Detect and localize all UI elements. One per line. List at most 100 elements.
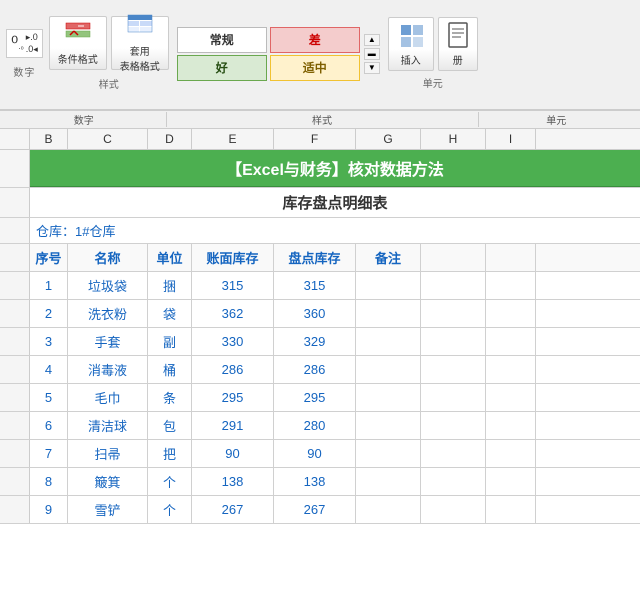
cell-i-4[interactable]	[486, 384, 536, 411]
cell-book-7[interactable]: 138	[192, 468, 274, 495]
page-button[interactable]: 册	[438, 17, 478, 71]
cell-unit-1[interactable]: 袋	[148, 300, 192, 327]
header-unit: 单位	[148, 244, 192, 271]
cell-h-2[interactable]	[421, 328, 486, 355]
conditional-format-button[interactable]: 条件格式	[49, 16, 107, 70]
cell-actual-4[interactable]: 295	[274, 384, 356, 411]
cell-actual-2[interactable]: 329	[274, 328, 356, 355]
row-num-10	[0, 412, 30, 439]
ribbon-scroll-buttons: ▲ ▬ ▼	[364, 34, 380, 74]
cell-actual-7[interactable]: 138	[274, 468, 356, 495]
cell-seq-3[interactable]: 4	[30, 356, 68, 383]
cell-name-0[interactable]: 垃圾袋	[68, 272, 148, 299]
cell-book-6[interactable]: 90	[192, 440, 274, 467]
cell-seq-4[interactable]: 5	[30, 384, 68, 411]
cell-seq-7[interactable]: 8	[30, 468, 68, 495]
cell-name-6[interactable]: 扫帚	[68, 440, 148, 467]
cell-h-5[interactable]	[421, 412, 486, 439]
cell-unit-3[interactable]: 桶	[148, 356, 192, 383]
apply-table-button[interactable]: 套用表格格式	[111, 16, 169, 70]
cell-actual-3[interactable]: 286	[274, 356, 356, 383]
scroll-up-button[interactable]: ▲	[364, 34, 380, 46]
style-normal-cell[interactable]: 常规	[177, 27, 267, 53]
cell-h-3[interactable]	[421, 356, 486, 383]
cell-seq-2[interactable]: 3	[30, 328, 68, 355]
cell-name-3[interactable]: 消毒液	[68, 356, 148, 383]
insert-button[interactable]: 插入	[388, 17, 434, 71]
cell-remark-4[interactable]	[356, 384, 421, 411]
cell-book-1[interactable]: 362	[192, 300, 274, 327]
cell-unit-4[interactable]: 条	[148, 384, 192, 411]
cell-name-7[interactable]: 簸箕	[68, 468, 148, 495]
cell-i-6[interactable]	[486, 440, 536, 467]
cell-remark-5[interactable]	[356, 412, 421, 439]
row-num-12	[0, 468, 30, 495]
cell-remark-6[interactable]	[356, 440, 421, 467]
cell-book-0[interactable]: 315	[192, 272, 274, 299]
cell-remark-7[interactable]	[356, 468, 421, 495]
cell-book-8[interactable]: 267	[192, 496, 274, 523]
cell-seq-1[interactable]: 2	[30, 300, 68, 327]
cell-remark-1[interactable]	[356, 300, 421, 327]
cell-h-0[interactable]	[421, 272, 486, 299]
cell-seq-8[interactable]: 9	[30, 496, 68, 523]
cell-actual-1[interactable]: 360	[274, 300, 356, 327]
cell-i-2[interactable]	[486, 328, 536, 355]
cell-actual-5[interactable]: 280	[274, 412, 356, 439]
cell-unit-8[interactable]: 个	[148, 496, 192, 523]
cell-remark-2[interactable]	[356, 328, 421, 355]
cell-actual-8[interactable]: 267	[274, 496, 356, 523]
decrease-decimal-icon[interactable]: .0◂	[26, 44, 38, 55]
cell-unit-7[interactable]: 个	[148, 468, 192, 495]
cell-i-5[interactable]	[486, 412, 536, 439]
cell-h-6[interactable]	[421, 440, 486, 467]
cell-unit-6[interactable]: 把	[148, 440, 192, 467]
increase-decimal-icon[interactable]: ▸.0	[26, 32, 38, 43]
cell-h-4[interactable]	[421, 384, 486, 411]
cell-name-5[interactable]: 清洁球	[68, 412, 148, 439]
row-num-6	[0, 300, 30, 327]
cell-h-1[interactable]	[421, 300, 486, 327]
cell-book-4[interactable]: 295	[192, 384, 274, 411]
style-medium-cell[interactable]: 适中	[270, 55, 360, 81]
cell-i-7[interactable]	[486, 468, 536, 495]
cell-seq-5[interactable]: 6	[30, 412, 68, 439]
cell-h-8[interactable]	[421, 496, 486, 523]
col-header-g: G	[356, 129, 421, 149]
cell-book-5[interactable]: 291	[192, 412, 274, 439]
cell-actual-0[interactable]: 315	[274, 272, 356, 299]
header-seq: 序号	[30, 244, 68, 271]
cell-h-7[interactable]	[421, 468, 486, 495]
cell-name-4[interactable]: 毛巾	[68, 384, 148, 411]
style-bad-cell[interactable]: 差	[270, 27, 360, 53]
cell-i-8[interactable]	[486, 496, 536, 523]
ribbon-left-section: ⁰.₀ ▸.0 .0◂ 数字	[6, 29, 43, 79]
scroll-mid-button[interactable]: ▬	[364, 48, 380, 60]
header-remark: 备注	[356, 244, 421, 271]
cell-i-1[interactable]	[486, 300, 536, 327]
cell-remark-8[interactable]	[356, 496, 421, 523]
cell-i-3[interactable]	[486, 356, 536, 383]
scroll-down-button[interactable]: ▼	[364, 62, 380, 74]
cell-unit-2[interactable]: 副	[148, 328, 192, 355]
cell-name-2[interactable]: 手套	[68, 328, 148, 355]
warehouse-row: 仓库：1#仓库	[0, 218, 640, 244]
cell-book-2[interactable]: 330	[192, 328, 274, 355]
style-good-cell[interactable]: 好	[177, 55, 267, 81]
cell-seq-6[interactable]: 7	[30, 440, 68, 467]
cell-name-8[interactable]: 雪铲	[68, 496, 148, 523]
cell-unit-5[interactable]: 包	[148, 412, 192, 439]
cell-i-0[interactable]	[486, 272, 536, 299]
row-num-11	[0, 440, 30, 467]
cell-seq-0[interactable]: 1	[30, 272, 68, 299]
header-actual-stock: 盘点库存	[274, 244, 356, 271]
cell-actual-6[interactable]: 90	[274, 440, 356, 467]
col-header-e: E	[192, 129, 274, 149]
cell-remark-0[interactable]	[356, 272, 421, 299]
table-row: 1 垃圾袋 捆 315 315	[0, 272, 640, 300]
table-row: 3 手套 副 330 329	[0, 328, 640, 356]
cell-unit-0[interactable]: 捆	[148, 272, 192, 299]
cell-remark-3[interactable]	[356, 356, 421, 383]
cell-name-1[interactable]: 洗衣粉	[68, 300, 148, 327]
cell-book-3[interactable]: 286	[192, 356, 274, 383]
